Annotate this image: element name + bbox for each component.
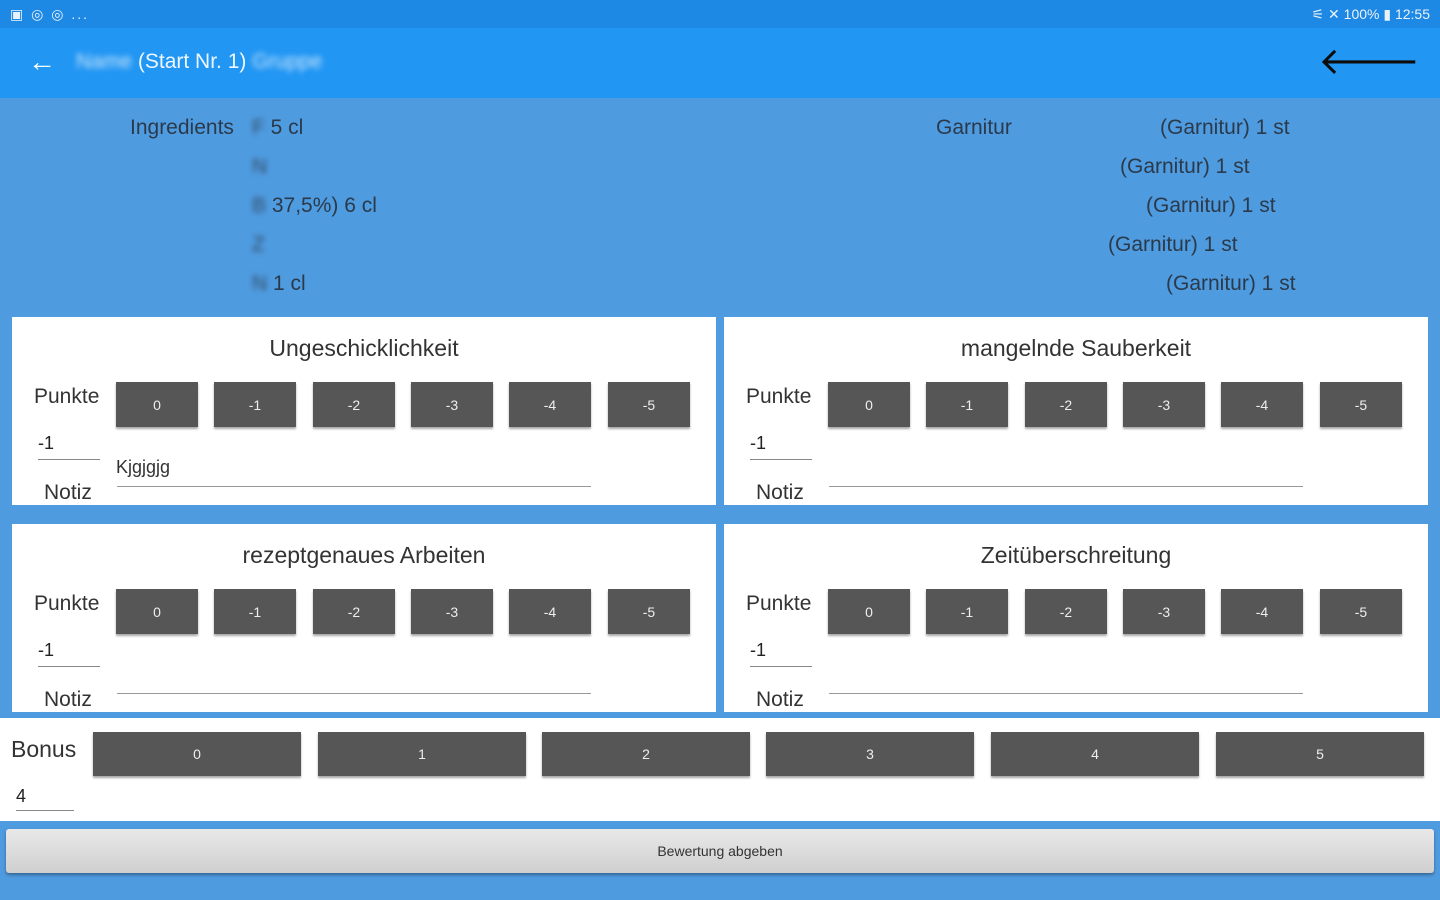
bonus-panel: Bonus 0 1 2 3 4 5 4 — [0, 718, 1440, 821]
garnitur-line: (Garnitur) 1 st — [1108, 233, 1238, 257]
bonus-button-1[interactable]: 1 — [318, 732, 526, 776]
card-title: Ungeschicklichkeit — [269, 335, 459, 361]
score-button-5[interactable]: -5 — [608, 382, 690, 427]
score-button-3[interactable]: -3 — [411, 589, 493, 634]
title-participant-name: Name — [76, 50, 133, 73]
garnitur-line: (Garnitur) 1 st — [1166, 272, 1296, 296]
score-button-0[interactable]: 0 — [116, 382, 198, 427]
punkte-label: Punkte — [746, 592, 812, 615]
ingredients-label: Ingredients — [130, 116, 234, 139]
bonus-button-4[interactable]: 4 — [991, 732, 1199, 776]
bonus-label: Bonus — [11, 736, 77, 762]
status-bar-notification-icons: ▣ ◎ ◎ ... — [10, 6, 89, 22]
score-button-4[interactable]: -4 — [1221, 382, 1303, 427]
bonus-button-2[interactable]: 2 — [542, 732, 750, 776]
score-button-0[interactable]: 0 — [116, 589, 198, 634]
garnitur-line: (Garnitur) 1 st — [1160, 116, 1290, 140]
title-group-name: Gruppe — [252, 50, 323, 73]
notiz-underline — [117, 693, 591, 694]
score-button-1[interactable]: -1 — [926, 382, 1008, 427]
card-title: rezeptgenaues Arbeiten — [242, 542, 486, 568]
score-button-1[interactable]: -1 — [214, 589, 296, 634]
score-button-0[interactable]: 0 — [828, 589, 910, 634]
arrow-left-icon[interactable]: 🡐 — [1318, 42, 1420, 82]
bonus-button-3[interactable]: 3 — [766, 732, 974, 776]
bonus-button-5[interactable]: 5 — [1216, 732, 1424, 776]
score-button-3[interactable]: -3 — [1123, 589, 1205, 634]
score-button-2[interactable]: -2 — [313, 589, 395, 634]
punkte-label: Punkte — [34, 592, 100, 615]
score-button-4[interactable]: -4 — [509, 382, 591, 427]
penalty-card: Zeitüberschreitung Punkte 0 -1 -2 -3 -4 -5 -1 Not… — [724, 524, 1428, 712]
score-button-5[interactable]: -5 — [1320, 589, 1402, 634]
garnitur-line: (Garnitur) 1 st — [1146, 194, 1276, 218]
punkte-label: Punkte — [746, 385, 812, 408]
score-button-1[interactable]: -1 — [926, 589, 1008, 634]
garnitur-text: (Garnitur) 1 st — [1166, 272, 1296, 295]
penalty-card: rezeptgenaues Arbeiten Punkte 0 -1 -2 -3 -4 -5 -… — [12, 524, 716, 712]
status-bar: ▣ ◎ ◎ ... ⚟ ✕ 100% ▮ 12:55 — [0, 0, 1440, 28]
status-bar-system-info: ⚟ ✕ 100% ▮ 12:55 — [1311, 6, 1430, 22]
ingredient-amount: 1 cl — [273, 272, 306, 295]
card-title: mangelnde Sauberkeit — [960, 335, 1192, 361]
notiz-label: Notiz — [44, 481, 92, 504]
score-button-1[interactable]: -1 — [214, 382, 296, 427]
notiz-label: Notiz — [756, 688, 804, 711]
ingredient-name-blurred: N — [252, 272, 268, 295]
points-value-field[interactable]: -1 — [38, 640, 100, 667]
score-button-5[interactable]: -5 — [1320, 382, 1402, 427]
ingredient-name-blurred: F — [252, 116, 265, 139]
punkte-label: Punkte — [34, 385, 100, 408]
garnitur-label: Garnitur — [936, 116, 1012, 139]
notiz-label: Notiz — [756, 481, 804, 504]
ingredient-line: N — [252, 155, 267, 179]
recipe-section: Ingredients F 5 cl N B 37,5%) 6 cl Z N 1… — [0, 98, 1440, 312]
score-button-4[interactable]: -4 — [1221, 589, 1303, 634]
app-bar: ← Name (Start Nr. 1) Gruppe 🡐 — [0, 28, 1440, 98]
garnitur-text: (Garnitur) 1 st — [1120, 155, 1250, 178]
score-button-3[interactable]: -3 — [411, 382, 493, 427]
penalty-card: mangelnde Sauberkeit Punkte 0 -1 -2 -3 -4 -5 -1 N… — [724, 317, 1428, 505]
score-button-4[interactable]: -4 — [509, 589, 591, 634]
ingredient-amount: 5 cl — [270, 116, 304, 139]
score-button-5[interactable]: -5 — [608, 589, 690, 634]
notiz-underline — [829, 693, 1303, 694]
bonus-value-field[interactable]: 4 — [16, 786, 74, 811]
score-button-2[interactable]: -2 — [1025, 382, 1107, 427]
ingredient-line: Z — [252, 233, 265, 257]
notiz-underline — [117, 486, 591, 487]
ingredient-name-blurred: Z — [252, 233, 265, 256]
card-title: Zeitüberschreitung — [980, 542, 1172, 568]
score-button-3[interactable]: -3 — [1123, 382, 1205, 427]
notiz-underline — [829, 486, 1303, 487]
ingredient-amount: 37,5%) 6 cl — [271, 194, 377, 217]
points-value-field[interactable]: -1 — [750, 433, 812, 460]
score-button-0[interactable]: 0 — [828, 382, 910, 427]
ingredient-name-blurred: B — [252, 194, 267, 217]
garnitur-line: (Garnitur) 1 st — [1120, 155, 1250, 179]
garnitur-text: (Garnitur) 1 st — [1108, 233, 1238, 256]
bonus-button-0[interactable]: 0 — [93, 732, 301, 776]
notiz-input[interactable]: Kjgjgjg — [116, 457, 170, 478]
garnitur-text: (Garnitur) 1 st — [1146, 194, 1276, 217]
notiz-label: Notiz — [44, 688, 92, 711]
points-value-field[interactable]: -1 — [38, 433, 100, 460]
garnitur-text: (Garnitur) 1 st — [1160, 116, 1290, 139]
page-title: Name (Start Nr. 1) Gruppe — [76, 50, 322, 74]
back-arrow-icon[interactable]: ← — [28, 46, 56, 78]
title-start-number: (Start Nr. 1) — [137, 50, 247, 73]
penalty-card: Ungeschicklichkeit Punkte 0 -1 -2 -3 -4 -5 -1 Kjg… — [12, 317, 716, 505]
ingredient-line: B 37,5%) 6 cl — [252, 194, 377, 218]
ingredient-line: N 1 cl — [252, 272, 306, 296]
score-button-2[interactable]: -2 — [1025, 589, 1107, 634]
score-button-2[interactable]: -2 — [313, 382, 395, 427]
points-value-field[interactable]: -1 — [750, 640, 812, 667]
submit-rating-button[interactable]: Bewertung abgeben — [6, 829, 1434, 873]
ingredient-line: F 5 cl — [252, 116, 303, 140]
ingredient-name-blurred: N — [252, 155, 268, 178]
